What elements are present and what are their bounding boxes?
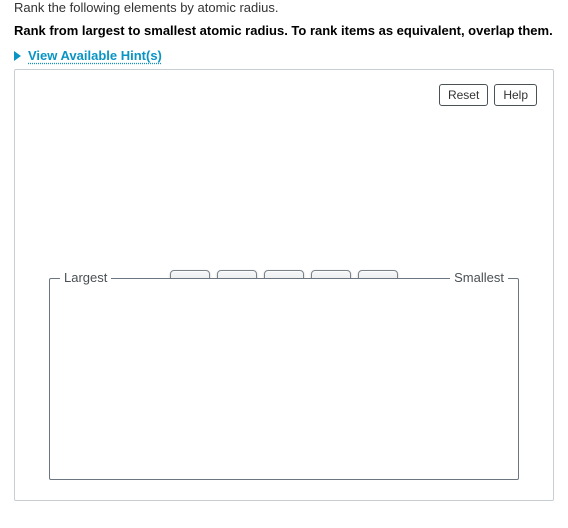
dropzone-label-smallest: Smallest [450, 270, 508, 285]
dropzone-label-largest: Largest [60, 270, 111, 285]
ranking-panel: Reset Help P Ar Al Na Cl Largest Smalles… [14, 69, 554, 501]
view-hints-link[interactable]: View Available Hint(s) [14, 48, 554, 63]
ranking-dropzone[interactable]: Largest Smallest [49, 278, 519, 480]
panel-toolbar: Reset Help [439, 84, 537, 106]
help-button[interactable]: Help [494, 84, 537, 106]
view-hints-label: View Available Hint(s) [28, 48, 162, 63]
question-line-2: Rank from largest to smallest atomic rad… [14, 23, 554, 38]
reset-button[interactable]: Reset [439, 84, 488, 106]
question-line-1: Rank the following elements by atomic ra… [14, 0, 554, 15]
caret-right-icon [14, 51, 21, 61]
